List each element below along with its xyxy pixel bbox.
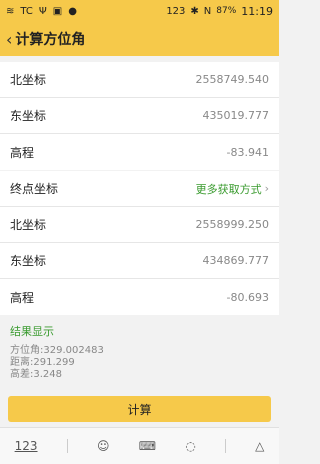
- start-north-value: 2558749.540: [195, 73, 269, 86]
- end-point-label: 终点坐标: [10, 182, 59, 196]
- bluetooth-icon: ✱: [190, 5, 199, 17]
- page-title: 计算方位角: [15, 32, 86, 48]
- start-elevation-row[interactable]: 高程 -83.941: [0, 134, 279, 170]
- end-elevation-label: 高程: [10, 290, 35, 305]
- collapse-keyboard-icon[interactable]: △: [255, 439, 264, 453]
- result-section: 结果显示 方位角:329.002483 距离:291.299 高差:3.248: [0, 315, 279, 389]
- clock: 11:19: [241, 4, 273, 18]
- end-east-row[interactable]: 东坐标 434869.777: [0, 243, 279, 279]
- start-north-label: 北坐标: [10, 73, 47, 87]
- end-elevation-value: -80.693: [226, 290, 269, 304]
- toolbar-divider: [66, 439, 68, 453]
- end-north-label: 北坐标: [10, 218, 47, 232]
- more-methods-label: 更多获取方式: [195, 182, 262, 196]
- status-bar: ≋ TC Ψ ▣ ● 123 ✱ N 87% 11:19: [0, 0, 279, 22]
- toolbar-divider: [224, 439, 226, 453]
- start-north-row[interactable]: 北坐标 2558749.540: [0, 62, 279, 98]
- alarm-icon: ●: [68, 5, 77, 17]
- input-mode-indicator: 123: [166, 5, 186, 17]
- chevron-right-icon: ›: [264, 182, 269, 195]
- result-title: 结果显示: [10, 325, 54, 338]
- start-east-value: 435019.777: [202, 109, 269, 122]
- settings-icon[interactable]: ◌: [185, 439, 195, 453]
- distance-result: 距离:291.299: [10, 357, 75, 368]
- end-point-card: 终点坐标 更多获取方式 › 北坐标 2558999.250 东坐标 434869…: [0, 171, 279, 315]
- end-north-row[interactable]: 北坐标 2558999.250: [0, 207, 279, 243]
- azimuth-result: 方位角:329.002483: [10, 345, 104, 356]
- signal-icon: N: [203, 5, 212, 17]
- start-elevation-value: -83.941: [226, 145, 269, 159]
- keyboard-toolbar: 123 ☺ ⌨ ◌ △: [0, 427, 279, 464]
- end-east-label: 东坐标: [10, 254, 47, 268]
- usb-icon: Ψ: [38, 5, 47, 17]
- keyboard-icon[interactable]: ⌨: [139, 439, 156, 453]
- end-elevation-row[interactable]: 高程 -80.693: [0, 279, 279, 315]
- image-notification-icon: ▣: [52, 5, 63, 17]
- more-methods-link[interactable]: 更多获取方式 ›: [196, 181, 269, 197]
- emoji-icon[interactable]: ☺: [97, 439, 110, 453]
- battery-percent: 87%: [216, 6, 237, 16]
- end-point-header-row: 终点坐标 更多获取方式 ›: [0, 171, 279, 207]
- wifi-icon: ≋: [6, 5, 15, 17]
- app-bar: ‹ 计算方位角: [0, 22, 279, 56]
- end-east-value: 434869.777: [202, 254, 269, 267]
- start-elevation-label: 高程: [10, 145, 35, 160]
- calculate-button[interactable]: 计算: [8, 396, 271, 422]
- start-east-label: 东坐标: [10, 109, 47, 123]
- start-east-row[interactable]: 东坐标 435019.777: [0, 98, 279, 134]
- start-point-card: 北坐标 2558749.540 东坐标 435019.777 高程 -83.94…: [0, 62, 279, 170]
- back-arrow-icon[interactable]: ‹: [6, 30, 12, 49]
- end-north-value: 2558999.250: [195, 218, 269, 231]
- height-diff-result: 高差:3.248: [10, 369, 62, 380]
- numeric-keyboard-toggle[interactable]: 123: [15, 439, 38, 453]
- app-notification-icon: TC: [20, 5, 33, 17]
